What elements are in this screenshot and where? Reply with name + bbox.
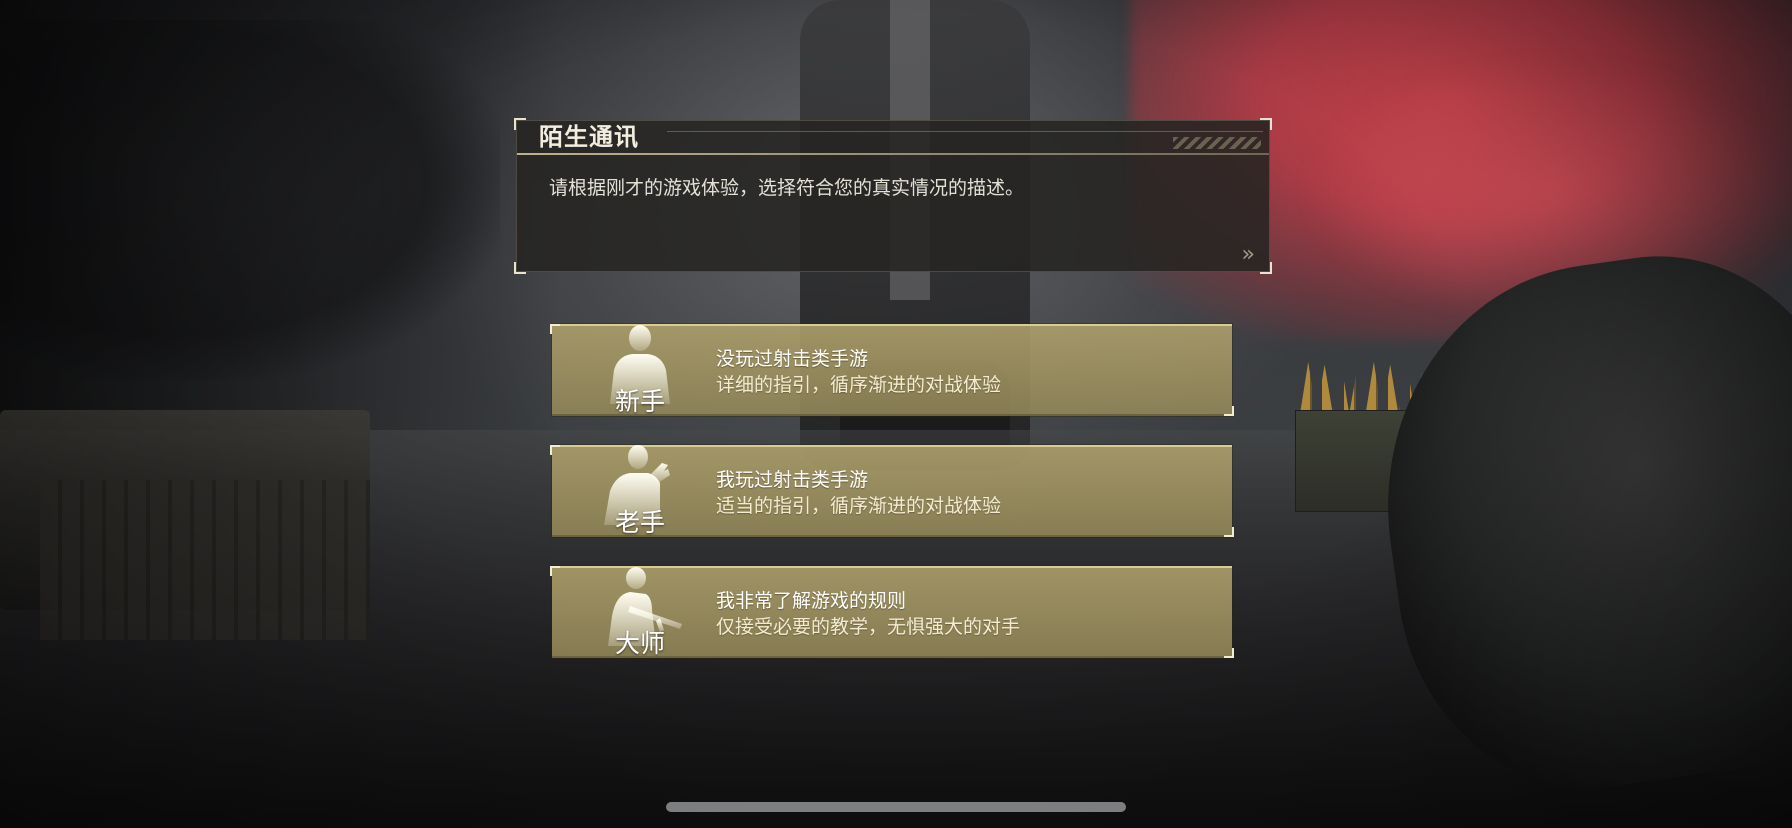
title-bar-line bbox=[667, 131, 1263, 132]
hazard-stripes bbox=[1173, 137, 1261, 149]
communication-dialog[interactable]: 陌生通讯 请根据刚才的游戏体验，选择符合您的真实情况的描述。 » bbox=[514, 118, 1272, 274]
home-indicator[interactable] bbox=[666, 802, 1126, 812]
corner-bracket bbox=[514, 262, 526, 274]
rank-label: 老手 bbox=[614, 508, 665, 537]
option-title: 没玩过射击类手游 bbox=[716, 348, 869, 370]
double-chevron-right-icon[interactable]: » bbox=[1242, 242, 1255, 267]
option-title: 我非常了解游戏的规则 bbox=[716, 590, 907, 612]
corner-bracket bbox=[514, 118, 526, 130]
corner-bracket bbox=[1260, 118, 1272, 130]
dialog-title: 陌生通讯 bbox=[539, 123, 639, 151]
option-subtitle: 仅接受必要的教学，无惧强大的对手 bbox=[716, 616, 1021, 638]
rank-label: 新手 bbox=[614, 387, 665, 416]
game-background: 陌生通讯 请根据刚才的游戏体验，选择符合您的真实情况的描述。 » 新手 没玩过射… bbox=[0, 0, 1792, 828]
option-subtitle: 详细的指引，循序渐进的对战体验 bbox=[716, 374, 1002, 396]
option-novice[interactable]: 新手 没玩过射击类手游 详细的指引，循序渐进的对战体验 bbox=[550, 324, 1234, 416]
title-underline bbox=[517, 153, 1269, 155]
option-title: 我玩过射击类手游 bbox=[716, 469, 869, 491]
dialog-message: 请根据刚才的游戏体验，选择符合您的真实情况的描述。 bbox=[549, 177, 1025, 199]
option-master[interactable]: 大师 我非常了解游戏的规则 仅接受必要的教学，无惧强大的对手 bbox=[550, 566, 1234, 658]
option-veteran[interactable]: 老手 我玩过射击类手游 适当的指引，循序渐进的对战体验 bbox=[550, 445, 1234, 537]
corner-bracket bbox=[1260, 262, 1272, 274]
option-subtitle: 适当的指引，循序渐进的对战体验 bbox=[716, 495, 1002, 517]
rank-label: 大师 bbox=[614, 629, 665, 658]
